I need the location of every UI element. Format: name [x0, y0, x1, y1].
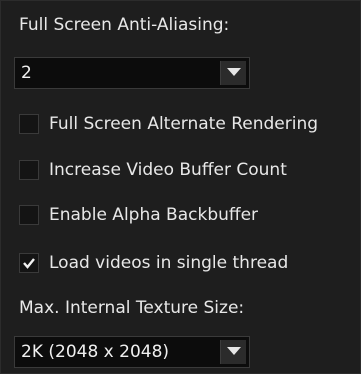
fsaa-dropdown-button[interactable] [220, 61, 246, 85]
option-label: Increase Video Buffer Count [49, 160, 287, 180]
option-load-videos-single-thread[interactable]: Load videos in single thread [19, 251, 359, 275]
option-label: Full Screen Alternate Rendering [49, 114, 319, 134]
settings-panel: Full Screen Anti-Aliasing: 2 Full Screen… [0, 0, 361, 374]
chevron-down-icon [227, 68, 241, 76]
texture-size-select[interactable]: 2K (2048 x 2048) [14, 336, 250, 368]
checkbox-full-screen-alternate-rendering[interactable] [19, 114, 39, 134]
checkbox-enable-alpha-backbuffer[interactable] [19, 205, 39, 225]
fsaa-select[interactable]: 2 [14, 57, 250, 89]
fsaa-select-value: 2 [21, 63, 32, 83]
texture-size-dropdown-button[interactable] [220, 340, 246, 364]
chevron-down-icon [227, 347, 241, 355]
option-label: Load videos in single thread [49, 253, 289, 273]
checkbox-increase-video-buffer-count[interactable] [19, 160, 39, 180]
option-label: Enable Alpha Backbuffer [49, 205, 259, 225]
checkbox-load-videos-single-thread[interactable] [19, 253, 39, 273]
option-increase-video-buffer-count[interactable]: Increase Video Buffer Count [19, 158, 359, 182]
option-enable-alpha-backbuffer[interactable]: Enable Alpha Backbuffer [19, 203, 359, 227]
texture-size-select-value: 2K (2048 x 2048) [21, 342, 170, 362]
option-full-screen-alternate-rendering[interactable]: Full Screen Alternate Rendering [19, 112, 359, 136]
fsaa-label: Full Screen Anti-Aliasing: [19, 15, 230, 35]
texture-size-label: Max. Internal Texture Size: [19, 298, 245, 318]
checkmark-icon [23, 258, 35, 269]
